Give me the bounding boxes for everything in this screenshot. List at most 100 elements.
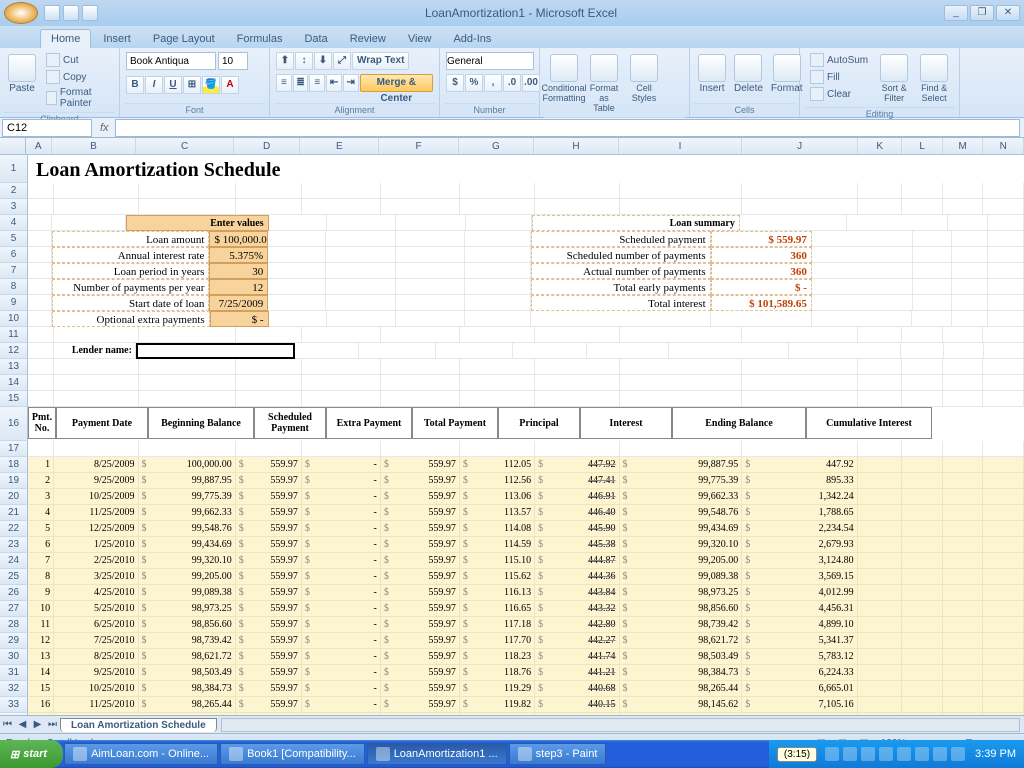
- delete-cells-button[interactable]: Delete: [732, 52, 765, 96]
- cell[interactable]: [812, 279, 913, 295]
- cell[interactable]: 99,775.39: [620, 473, 743, 489]
- cell[interactable]: Scheduled number of payments: [531, 247, 711, 263]
- fontcolor-button[interactable]: A: [221, 76, 239, 94]
- row-header[interactable]: 20: [0, 489, 28, 505]
- cell[interactable]: [858, 649, 902, 665]
- cell[interactable]: [983, 473, 1024, 489]
- cell[interactable]: 99,548.76: [139, 521, 236, 537]
- tab-nav-last[interactable]: ⏭: [45, 719, 60, 730]
- row-header[interactable]: 15: [0, 391, 28, 407]
- cell[interactable]: 98,384.73: [139, 681, 236, 697]
- cell[interactable]: Start date of loan: [52, 295, 210, 311]
- cell[interactable]: [812, 247, 913, 263]
- cell[interactable]: [620, 327, 743, 343]
- comma-button[interactable]: ,: [484, 74, 502, 92]
- cell[interactable]: 441.74: [535, 649, 619, 665]
- cell[interactable]: 99,887.95: [620, 457, 743, 473]
- cell[interactable]: [902, 391, 943, 407]
- currency-button[interactable]: $: [446, 74, 464, 92]
- cell[interactable]: 559.97: [236, 473, 302, 489]
- cell[interactable]: [943, 681, 984, 697]
- cell[interactable]: [742, 199, 857, 215]
- cell[interactable]: 559.97: [236, 553, 302, 569]
- cell[interactable]: 3: [28, 489, 54, 505]
- fillcolor-button[interactable]: 🪣: [202, 76, 220, 94]
- cell[interactable]: [858, 199, 902, 215]
- cell[interactable]: 11/25/2009: [54, 505, 138, 521]
- cell[interactable]: [943, 473, 984, 489]
- cell[interactable]: [302, 441, 381, 457]
- cell[interactable]: [902, 183, 943, 199]
- cell[interactable]: 16: [28, 697, 54, 713]
- cell[interactable]: 116.13: [460, 585, 535, 601]
- cell[interactable]: [268, 279, 326, 295]
- table-header[interactable]: Extra Payment: [326, 407, 412, 439]
- merge-center-button[interactable]: Merge & Center: [360, 74, 433, 92]
- taskbar-app-button[interactable]: Book1 [Compatibility...: [220, 743, 365, 765]
- cell[interactable]: 8/25/2009: [54, 457, 138, 473]
- cell[interactable]: [742, 327, 857, 343]
- close-button[interactable]: ✕: [996, 5, 1020, 21]
- align-right-button[interactable]: ≡: [309, 74, 325, 92]
- cell[interactable]: [620, 199, 743, 215]
- cell[interactable]: 4,899.10: [742, 617, 857, 633]
- table-header[interactable]: Total Payment: [412, 407, 498, 439]
- cell[interactable]: Scheduled payment: [531, 231, 711, 247]
- cell[interactable]: [902, 505, 943, 521]
- ribbon-tab-data[interactable]: Data: [294, 30, 337, 48]
- cell[interactable]: 10: [28, 601, 54, 617]
- cell[interactable]: [139, 441, 236, 457]
- cell[interactable]: [943, 375, 984, 391]
- cell[interactable]: 99,434.69: [139, 537, 236, 553]
- cell[interactable]: [943, 537, 984, 553]
- cell[interactable]: [742, 359, 857, 375]
- cell[interactable]: -: [302, 633, 381, 649]
- cell[interactable]: [28, 375, 54, 391]
- cell[interactable]: 99,089.38: [139, 585, 236, 601]
- cell[interactable]: 30: [209, 263, 268, 279]
- cell[interactable]: [381, 199, 460, 215]
- cell[interactable]: [465, 247, 531, 263]
- cell[interactable]: Loan summary: [532, 215, 740, 231]
- cell[interactable]: [944, 343, 984, 359]
- cell[interactable]: 98,265.44: [620, 681, 743, 697]
- cell[interactable]: 112.56: [460, 473, 535, 489]
- cell[interactable]: [952, 295, 988, 311]
- cell[interactable]: [858, 505, 902, 521]
- table-header[interactable]: Payment Date: [56, 407, 148, 439]
- cell[interactable]: 559.97: [381, 601, 460, 617]
- row-header[interactable]: 32: [0, 681, 28, 697]
- align-top-button[interactable]: ⬆: [276, 52, 294, 70]
- cell[interactable]: [858, 457, 902, 473]
- cell[interactable]: Total early payments: [531, 279, 711, 295]
- column-header[interactable]: F: [379, 138, 458, 154]
- cell[interactable]: -: [302, 569, 381, 585]
- cell[interactable]: [983, 489, 1024, 505]
- cell[interactable]: [858, 359, 902, 375]
- taskbar-app-button[interactable]: step3 - Paint: [509, 743, 607, 765]
- cell[interactable]: [988, 247, 1024, 263]
- cell[interactable]: 6/25/2010: [54, 617, 138, 633]
- cell[interactable]: [983, 697, 1024, 713]
- cell[interactable]: [943, 601, 984, 617]
- conditional-formatting-button[interactable]: Conditional Formatting: [546, 52, 582, 105]
- cell[interactable]: 117.70: [460, 633, 535, 649]
- cell[interactable]: 4: [28, 505, 54, 521]
- cell[interactable]: 98,856.60: [139, 617, 236, 633]
- cell[interactable]: 114.59: [460, 537, 535, 553]
- cell[interactable]: 3,569.15: [742, 569, 857, 585]
- column-header[interactable]: J: [742, 138, 858, 154]
- column-header[interactable]: I: [619, 138, 742, 154]
- cell[interactable]: $ 100,000.00: [209, 231, 268, 247]
- cell[interactable]: [465, 231, 531, 247]
- row-header[interactable]: 31: [0, 665, 28, 681]
- cell[interactable]: [983, 457, 1024, 473]
- cell[interactable]: 559.97: [381, 553, 460, 569]
- cell[interactable]: 98,384.73: [620, 665, 743, 681]
- cell[interactable]: 445.90: [535, 521, 619, 537]
- cell[interactable]: [326, 295, 395, 311]
- cell-styles-button[interactable]: Cell Styles: [626, 52, 662, 105]
- cell[interactable]: [742, 183, 857, 199]
- autosum-button[interactable]: AutoSum: [806, 52, 872, 68]
- cell[interactable]: [396, 295, 465, 311]
